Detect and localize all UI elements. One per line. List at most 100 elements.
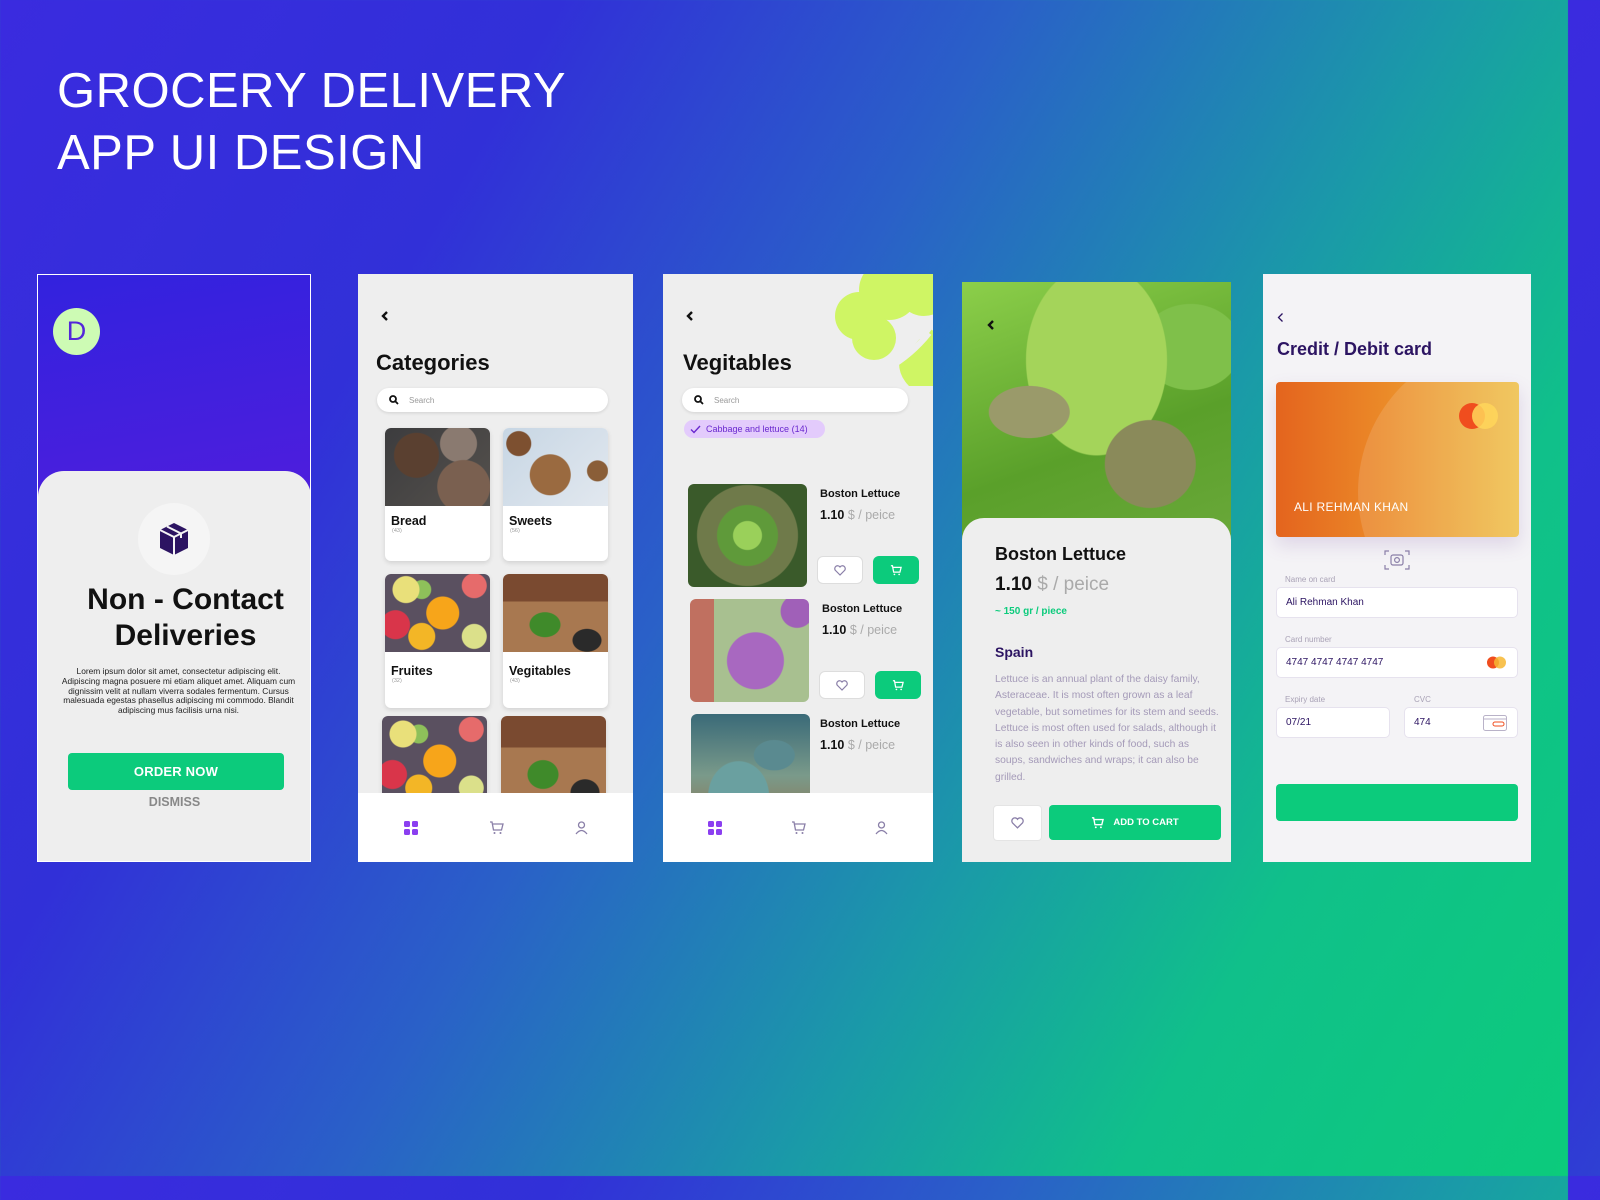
card-number-value: 4747 4747 4747 4747 bbox=[1286, 657, 1384, 668]
filter-chip-label: Cabbage and lettuce (14) bbox=[706, 424, 808, 434]
bottom-nav bbox=[358, 793, 633, 862]
back-button[interactable] bbox=[380, 307, 389, 325]
nav-cart[interactable] bbox=[489, 820, 504, 835]
onboarding-body: Lorem ipsum dolor sit amet, consectetur … bbox=[61, 666, 296, 716]
favorite-button[interactable] bbox=[817, 556, 863, 584]
mastercard-logo-icon-overlap bbox=[1472, 403, 1498, 429]
favorite-button[interactable] bbox=[819, 671, 865, 699]
cvc-value: 474 bbox=[1414, 717, 1431, 728]
category-name: Fruites bbox=[391, 664, 433, 678]
product-weight: ~ 150 gr / piece bbox=[995, 606, 1067, 617]
product-name: Boston Lettuce bbox=[822, 603, 903, 615]
product-row[interactable]: Boston Lettuce 1.10 $ / peice bbox=[690, 599, 930, 704]
category-count: (56) bbox=[510, 528, 520, 534]
product-price: 1.10 $ / peice bbox=[822, 623, 897, 637]
nav-home[interactable] bbox=[707, 820, 722, 835]
category-count: (43) bbox=[392, 528, 402, 534]
product-origin: Spain bbox=[995, 644, 1034, 660]
chevron-left-icon bbox=[1277, 313, 1283, 322]
add-to-cart-button[interactable] bbox=[875, 671, 921, 699]
favorite-button[interactable] bbox=[993, 805, 1042, 841]
category-card-vegetables[interactable]: Vegitables (43) bbox=[503, 574, 608, 708]
detail-sheet: Boston Lettuce 1.10 $ / peice ~ 150 gr /… bbox=[962, 518, 1231, 862]
vegetables-image bbox=[503, 574, 608, 652]
name-on-card-input[interactable]: Ali Rehman Khan bbox=[1276, 587, 1518, 618]
avatar[interactable]: D bbox=[53, 308, 100, 355]
nav-home[interactable] bbox=[403, 820, 418, 835]
grid-icon bbox=[707, 820, 722, 835]
card-back-icon bbox=[1483, 714, 1507, 731]
category-name: Vegitables bbox=[509, 664, 571, 678]
chevron-left-icon bbox=[987, 320, 994, 330]
price-value: 1.10 bbox=[820, 738, 845, 752]
nav-cart[interactable] bbox=[791, 820, 806, 835]
onboarding-screen: D Non - Contact Deliveries Lorem ipsum d… bbox=[37, 274, 311, 862]
credit-card[interactable]: ALI REHMAN KHAN bbox=[1276, 382, 1519, 537]
chevron-left-icon bbox=[381, 311, 388, 321]
product-name: Boston Lettuce bbox=[995, 544, 1127, 564]
cvc-input[interactable]: 474 bbox=[1404, 707, 1518, 738]
page-title: Categories bbox=[376, 350, 490, 375]
name-on-card-label: Name on card bbox=[1285, 575, 1336, 584]
search-icon bbox=[389, 395, 399, 405]
card-holder-name: ALI REHMAN KHAN bbox=[1294, 500, 1409, 514]
search-placeholder: Search bbox=[714, 395, 740, 405]
add-to-cart-label: ADD TO CART bbox=[1113, 817, 1179, 828]
box-icon-circle bbox=[138, 503, 210, 575]
broccoli-decoration-icon bbox=[835, 274, 933, 386]
lettuce-hero-image bbox=[962, 282, 1231, 542]
sweets-image bbox=[503, 428, 608, 506]
product-image bbox=[690, 599, 809, 702]
card-number-input[interactable]: 4747 4747 4747 4747 bbox=[1276, 647, 1518, 678]
back-button[interactable] bbox=[685, 307, 694, 325]
search-input[interactable]: Search bbox=[377, 388, 608, 412]
product-row[interactable]: Boston Lettuce 1.10 $ / peice bbox=[688, 484, 928, 589]
category-card-sweets[interactable]: Sweets (56) bbox=[503, 428, 608, 561]
grid-icon bbox=[403, 820, 418, 835]
cart-icon bbox=[892, 679, 904, 690]
nav-profile[interactable] bbox=[875, 820, 888, 835]
product-name: Boston Lettuce bbox=[820, 718, 901, 730]
back-button[interactable] bbox=[986, 316, 995, 334]
filter-chip[interactable]: Cabbage and lettuce (14) bbox=[684, 420, 825, 438]
nav-profile[interactable] bbox=[574, 820, 588, 835]
category-card-bread[interactable]: Bread (43) bbox=[385, 428, 490, 561]
product-name: Boston Lettuce bbox=[820, 488, 901, 500]
category-count: (32) bbox=[392, 678, 402, 684]
search-placeholder: Search bbox=[409, 395, 435, 405]
cart-icon bbox=[791, 820, 806, 834]
expiry-date-input[interactable]: 07/21 bbox=[1276, 707, 1390, 738]
add-to-cart-button[interactable]: ADD TO CART bbox=[1049, 805, 1221, 840]
onboarding-sheet: Non - Contact Deliveries Lorem ipsum dol… bbox=[38, 471, 310, 861]
vegetables-screen: Vegitables Search Cabbage and lettuce (1… bbox=[663, 274, 933, 862]
product-price: 1.10 $ / peice bbox=[820, 508, 895, 522]
price-unit: $ / peice bbox=[847, 738, 896, 752]
heart-icon bbox=[836, 679, 848, 691]
category-card-fruits[interactable]: Fruites (32) bbox=[385, 574, 490, 708]
category-name: Sweets bbox=[509, 514, 553, 528]
price-value: 1.10 bbox=[822, 623, 847, 637]
cvc-label: CVC bbox=[1414, 695, 1431, 704]
product-image bbox=[688, 484, 807, 587]
cart-icon bbox=[1092, 816, 1105, 828]
search-input[interactable]: Search bbox=[682, 388, 908, 412]
add-to-cart-button[interactable] bbox=[873, 556, 919, 584]
product-detail-screen: Boston Lettuce 1.10 $ / peice ~ 150 gr /… bbox=[962, 282, 1231, 862]
product-price: 1.10 $ / peice bbox=[995, 574, 1109, 596]
title-line-1: Non - Contact bbox=[87, 583, 284, 616]
payment-screen: Credit / Debit card ALI REHMAN KHAN Name… bbox=[1263, 274, 1531, 862]
heart-icon bbox=[834, 564, 846, 576]
category-name: Bread bbox=[391, 514, 427, 528]
check-icon bbox=[690, 425, 701, 434]
hero-line-2: APP UI DESIGN bbox=[57, 126, 425, 180]
cart-icon bbox=[890, 564, 902, 575]
onboarding-title: Non - Contact Deliveries bbox=[38, 582, 310, 654]
product-description: Lettuce is an annual plant of the daisy … bbox=[995, 674, 1219, 783]
camera-scan-icon[interactable] bbox=[1384, 549, 1410, 571]
user-icon bbox=[875, 820, 888, 834]
order-now-button[interactable]: ORDER NOW bbox=[68, 753, 284, 790]
dismiss-button[interactable]: DISMISS bbox=[38, 795, 310, 809]
pay-button[interactable] bbox=[1276, 784, 1518, 821]
package-box-icon bbox=[159, 523, 189, 555]
back-button[interactable] bbox=[1277, 311, 1284, 325]
